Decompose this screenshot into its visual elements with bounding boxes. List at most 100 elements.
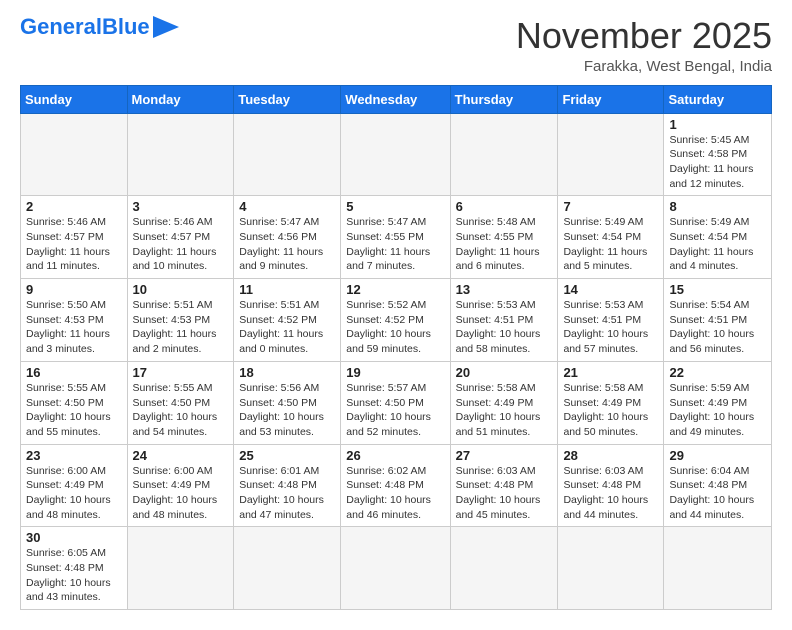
day-number: 28 [563, 448, 658, 463]
weekday-header: Wednesday [341, 85, 450, 113]
calendar-week-row: 1Sunrise: 5:45 AM Sunset: 4:58 PM Daylig… [21, 113, 772, 196]
calendar-cell: 11Sunrise: 5:51 AM Sunset: 4:52 PM Dayli… [234, 279, 341, 362]
day-number: 4 [239, 199, 335, 214]
weekday-header: Tuesday [234, 85, 341, 113]
day-info: Sunrise: 6:05 AM Sunset: 4:48 PM Dayligh… [26, 546, 122, 605]
day-info: Sunrise: 6:01 AM Sunset: 4:48 PM Dayligh… [239, 464, 335, 523]
calendar-cell [21, 113, 128, 196]
weekday-header: Saturday [664, 85, 772, 113]
location: Farakka, West Bengal, India [516, 58, 772, 75]
weekday-header: Thursday [450, 85, 558, 113]
calendar-cell [341, 527, 450, 610]
logo-text: GeneralBlue [20, 16, 150, 38]
day-number: 29 [669, 448, 766, 463]
calendar-week-row: 30Sunrise: 6:05 AM Sunset: 4:48 PM Dayli… [21, 527, 772, 610]
day-info: Sunrise: 5:48 AM Sunset: 4:55 PM Dayligh… [456, 215, 553, 274]
calendar-cell: 3Sunrise: 5:46 AM Sunset: 4:57 PM Daylig… [127, 196, 234, 279]
calendar-cell: 21Sunrise: 5:58 AM Sunset: 4:49 PM Dayli… [558, 361, 664, 444]
day-number: 9 [26, 282, 122, 297]
title-block: November 2025 Farakka, West Bengal, Indi… [516, 16, 772, 75]
day-number: 14 [563, 282, 658, 297]
month-title: November 2025 [516, 16, 772, 56]
day-number: 5 [346, 199, 444, 214]
page: GeneralBlue November 2025 Farakka, West … [0, 0, 792, 630]
calendar-cell: 24Sunrise: 6:00 AM Sunset: 4:49 PM Dayli… [127, 444, 234, 527]
calendar-cell: 17Sunrise: 5:55 AM Sunset: 4:50 PM Dayli… [127, 361, 234, 444]
calendar-cell: 8Sunrise: 5:49 AM Sunset: 4:54 PM Daylig… [664, 196, 772, 279]
calendar-cell: 22Sunrise: 5:59 AM Sunset: 4:49 PM Dayli… [664, 361, 772, 444]
calendar-cell [558, 527, 664, 610]
calendar-cell: 9Sunrise: 5:50 AM Sunset: 4:53 PM Daylig… [21, 279, 128, 362]
day-info: Sunrise: 5:47 AM Sunset: 4:56 PM Dayligh… [239, 215, 335, 274]
day-number: 19 [346, 365, 444, 380]
calendar-cell: 16Sunrise: 5:55 AM Sunset: 4:50 PM Dayli… [21, 361, 128, 444]
day-number: 20 [456, 365, 553, 380]
logo-general: General [20, 14, 102, 39]
day-number: 10 [133, 282, 229, 297]
calendar-cell [127, 527, 234, 610]
day-info: Sunrise: 5:53 AM Sunset: 4:51 PM Dayligh… [563, 298, 658, 357]
calendar-cell: 29Sunrise: 6:04 AM Sunset: 4:48 PM Dayli… [664, 444, 772, 527]
day-info: Sunrise: 5:57 AM Sunset: 4:50 PM Dayligh… [346, 381, 444, 440]
logo-blue: Blue [102, 14, 150, 39]
day-info: Sunrise: 5:54 AM Sunset: 4:51 PM Dayligh… [669, 298, 766, 357]
calendar-cell: 23Sunrise: 6:00 AM Sunset: 4:49 PM Dayli… [21, 444, 128, 527]
weekday-header: Friday [558, 85, 664, 113]
calendar-cell: 7Sunrise: 5:49 AM Sunset: 4:54 PM Daylig… [558, 196, 664, 279]
day-number: 21 [563, 365, 658, 380]
day-info: Sunrise: 5:59 AM Sunset: 4:49 PM Dayligh… [669, 381, 766, 440]
weekday-header: Sunday [21, 85, 128, 113]
day-info: Sunrise: 6:00 AM Sunset: 4:49 PM Dayligh… [133, 464, 229, 523]
weekday-header-row: SundayMondayTuesdayWednesdayThursdayFrid… [21, 85, 772, 113]
header: GeneralBlue November 2025 Farakka, West … [20, 16, 772, 75]
day-number: 8 [669, 199, 766, 214]
calendar-cell: 12Sunrise: 5:52 AM Sunset: 4:52 PM Dayli… [341, 279, 450, 362]
day-number: 24 [133, 448, 229, 463]
day-info: Sunrise: 5:51 AM Sunset: 4:53 PM Dayligh… [133, 298, 229, 357]
day-info: Sunrise: 5:53 AM Sunset: 4:51 PM Dayligh… [456, 298, 553, 357]
logo-icon [153, 16, 179, 38]
calendar-cell [234, 527, 341, 610]
day-info: Sunrise: 5:49 AM Sunset: 4:54 PM Dayligh… [563, 215, 658, 274]
calendar-cell: 30Sunrise: 6:05 AM Sunset: 4:48 PM Dayli… [21, 527, 128, 610]
day-number: 7 [563, 199, 658, 214]
day-info: Sunrise: 5:55 AM Sunset: 4:50 PM Dayligh… [26, 381, 122, 440]
day-number: 22 [669, 365, 766, 380]
calendar-cell: 10Sunrise: 5:51 AM Sunset: 4:53 PM Dayli… [127, 279, 234, 362]
calendar: SundayMondayTuesdayWednesdayThursdayFrid… [20, 85, 772, 611]
calendar-cell [450, 527, 558, 610]
calendar-week-row: 23 Sunrise: 6:00 AM Sunset: 4:49 PM Dayli… [21, 444, 772, 527]
day-info: Sunrise: 5:46 AM Sunset: 4:57 PM Dayligh… [133, 215, 229, 274]
calendar-cell: 1Sunrise: 5:45 AM Sunset: 4:58 PM Daylig… [664, 113, 772, 196]
day-number: 25 [239, 448, 335, 463]
day-number: 11 [239, 282, 335, 297]
day-info: Sunrise: 6:03 AM Sunset: 4:48 PM Dayligh… [563, 464, 658, 523]
day-number: 17 [133, 365, 229, 380]
day-info: Sunrise: 6:04 AM Sunset: 4:48 PM Dayligh… [669, 464, 766, 523]
calendar-cell: 15Sunrise: 5:54 AM Sunset: 4:51 PM Dayli… [664, 279, 772, 362]
weekday-header: Monday [127, 85, 234, 113]
calendar-cell [450, 113, 558, 196]
calendar-cell: 13Sunrise: 5:53 AM Sunset: 4:51 PM Dayli… [450, 279, 558, 362]
day-info: Sunrise: 5:52 AM Sunset: 4:52 PM Dayligh… [346, 298, 444, 357]
calendar-cell: 4Sunrise: 5:47 AM Sunset: 4:56 PM Daylig… [234, 196, 341, 279]
calendar-cell: 28Sunrise: 6:03 AM Sunset: 4:48 PM Dayli… [558, 444, 664, 527]
day-info: Sunrise: 5:47 AM Sunset: 4:55 PM Dayligh… [346, 215, 444, 274]
day-info: Sunrise: 5:55 AM Sunset: 4:50 PM Dayligh… [133, 381, 229, 440]
calendar-cell: 2Sunrise: 5:46 AM Sunset: 4:57 PM Daylig… [21, 196, 128, 279]
calendar-cell [664, 527, 772, 610]
calendar-cell: 20Sunrise: 5:58 AM Sunset: 4:49 PM Dayli… [450, 361, 558, 444]
day-number: 2 [26, 199, 122, 214]
day-number: 30 [26, 530, 122, 545]
day-info: Sunrise: 5:46 AM Sunset: 4:57 PM Dayligh… [26, 215, 122, 274]
calendar-week-row: 9Sunrise: 5:50 AM Sunset: 4:53 PM Daylig… [21, 279, 772, 362]
day-number: 15 [669, 282, 766, 297]
day-number: 13 [456, 282, 553, 297]
day-number: 1 [669, 117, 766, 132]
calendar-cell: 6Sunrise: 5:48 AM Sunset: 4:55 PM Daylig… [450, 196, 558, 279]
day-info: Sunrise: 6:02 AM Sunset: 4:48 PM Dayligh… [346, 464, 444, 523]
day-number: 23 [26, 448, 122, 463]
calendar-week-row: 16Sunrise: 5:55 AM Sunset: 4:50 PM Dayli… [21, 361, 772, 444]
calendar-cell [341, 113, 450, 196]
calendar-cell: 26Sunrise: 6:02 AM Sunset: 4:48 PM Dayli… [341, 444, 450, 527]
